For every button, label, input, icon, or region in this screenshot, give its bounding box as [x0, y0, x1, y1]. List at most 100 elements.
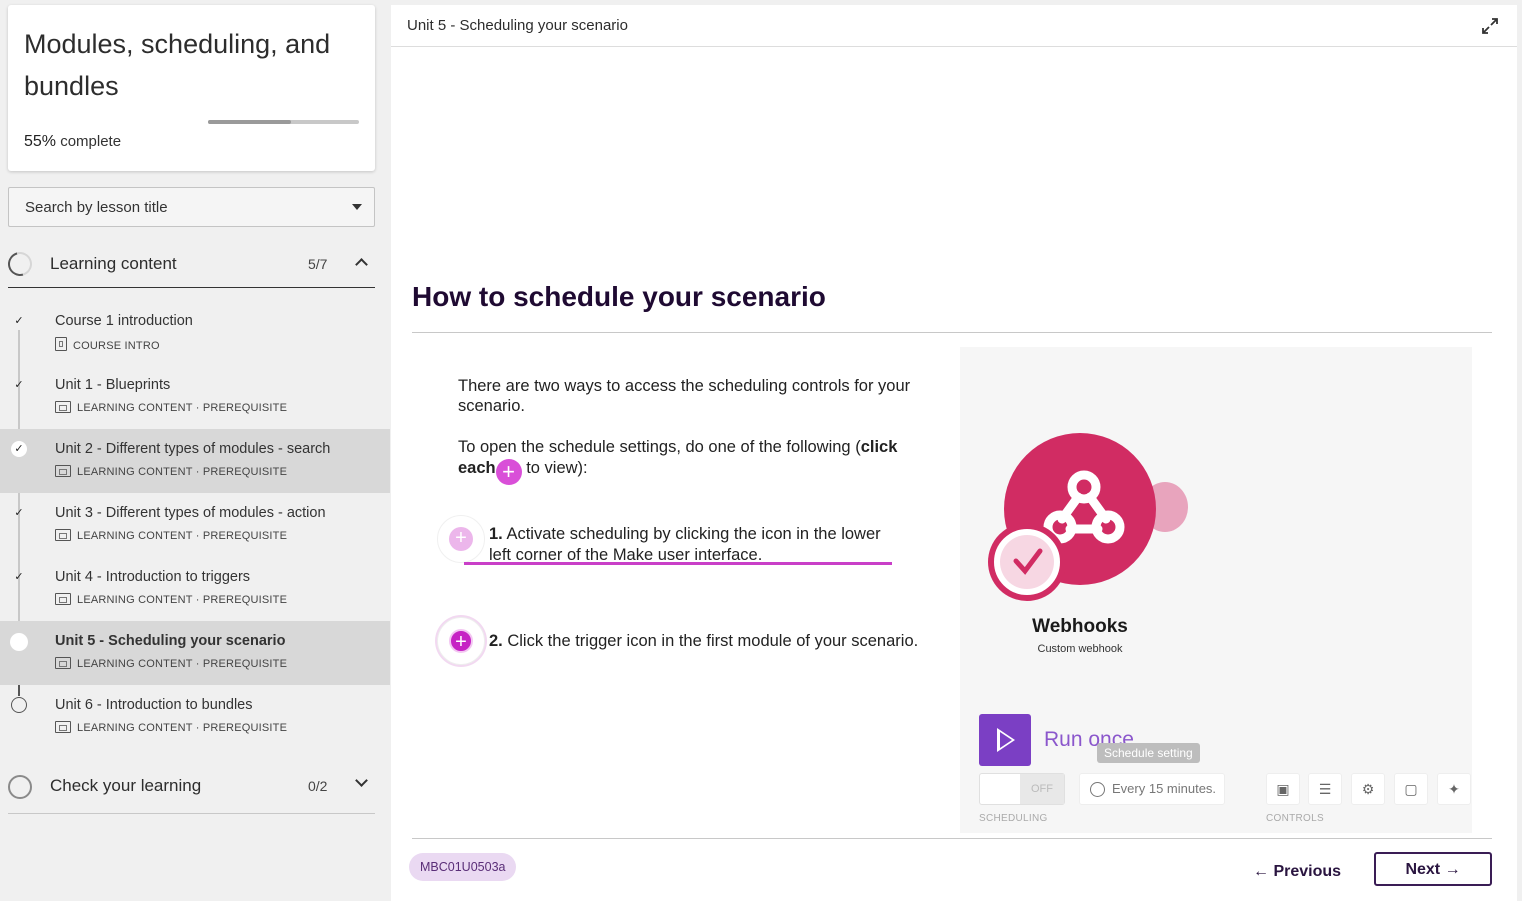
lesson-meta-text: LEARNING CONTENT · PREREQUISITE — [77, 594, 288, 606]
scheduling-label: SCHEDULING — [979, 813, 1048, 824]
save-icon[interactable]: ▣ — [1266, 773, 1300, 805]
current-dot-icon — [10, 633, 28, 651]
chevron-down-icon[interactable] — [355, 774, 368, 787]
divider — [412, 332, 1492, 333]
lesson-title: Unit 4 - Introduction to triggers — [55, 569, 251, 585]
expand-icon[interactable] — [1481, 17, 1499, 35]
lesson-topbar: Unit 5 - Scheduling your scenario — [391, 5, 1517, 47]
lesson-meta: COURSE INTRO — [55, 337, 160, 352]
toggle-off-label: OFF — [1020, 774, 1064, 804]
instruction-after: to view): — [521, 459, 588, 477]
progress-ring-icon — [8, 775, 32, 799]
caret-down-icon — [352, 204, 362, 210]
progress-ring-icon — [3, 247, 37, 281]
section-title: Check your learning — [50, 776, 202, 795]
lesson-meta: LEARNING CONTENT · PREREQUISITE — [55, 593, 287, 606]
lesson-meta: LEARNING CONTENT · PREREQUISITE — [55, 465, 287, 478]
empty-circle-icon — [11, 697, 27, 713]
instruction-before: To open the schedule settings, do one of… — [458, 438, 861, 456]
slides-icon — [55, 657, 71, 669]
lesson-item[interactable]: Course 1 introduction COURSE INTRO — [0, 301, 390, 365]
slides-icon — [55, 401, 71, 413]
hotspot-2[interactable]: + — [437, 617, 485, 665]
lesson-code-badge: MBC01U0503a — [409, 853, 517, 881]
scheduling-toggle[interactable]: OFF — [979, 773, 1065, 805]
progress-bar-fill — [208, 120, 292, 124]
schedule-interval[interactable]: Every 15 minutes. — [1079, 773, 1225, 805]
gear-icon[interactable]: ⚙ — [1351, 773, 1385, 805]
lesson-title: Unit 2 - Different types of modules - se… — [55, 441, 331, 457]
course-title: Modules, scheduling, and bundles — [24, 29, 331, 101]
progress-suffix: complete — [56, 133, 122, 150]
lesson-heading: How to schedule your scenario — [412, 281, 826, 312]
section-count: 0/2 — [308, 778, 328, 794]
progress-text: 55% complete — [24, 133, 121, 151]
item-number: 1. — [489, 525, 503, 543]
check-icon — [11, 441, 27, 457]
lesson-item[interactable]: Unit 4 - Introduction to triggers LEARNI… — [0, 557, 390, 621]
section-title: Learning content — [50, 254, 177, 273]
lesson-item-current[interactable]: Unit 5 - Scheduling your scenario LEARNI… — [0, 621, 390, 685]
item-text: Click the trigger icon in the first modu… — [502, 632, 919, 650]
lesson-title: Unit 6 - Introduction to bundles — [55, 697, 253, 713]
intro-text: There are two ways to access the schedul… — [458, 377, 911, 415]
section-count: 5/7 — [308, 256, 328, 272]
lesson-topbar-title: Unit 5 - Scheduling your scenario — [407, 17, 628, 34]
document-icon — [55, 337, 67, 351]
check-icon — [11, 569, 27, 585]
make-ui-screenshot: Webhooks Custom webhook Run once Schedul… — [960, 347, 1472, 833]
hotspot-1[interactable]: + — [437, 515, 485, 563]
course-card: Modules, scheduling, and bundles 55% com… — [8, 5, 375, 171]
magic-wand-icon[interactable]: ✦ — [1437, 773, 1471, 805]
check-icon — [11, 313, 27, 329]
layout-icon[interactable]: ☰ — [1308, 773, 1342, 805]
hotspot-1-text: 1. Activate scheduling by clicking the i… — [489, 524, 889, 566]
run-once-button[interactable] — [979, 714, 1031, 766]
lesson-content: Unit 5 - Scheduling your scenario How to… — [391, 5, 1517, 901]
lesson-search-select[interactable]: Search by lesson title — [8, 187, 375, 227]
lesson-meta-text: LEARNING CONTENT · PREREQUISITE — [77, 722, 288, 734]
controls-label: CONTROLS — [1266, 813, 1324, 824]
lesson-item[interactable]: Unit 1 - Blueprints LEARNING CONTENT · P… — [0, 365, 390, 429]
lesson-meta: LEARNING CONTENT · PREREQUISITE — [55, 721, 287, 734]
lesson-meta-text: LEARNING CONTENT · PREREQUISITE — [77, 466, 288, 478]
item-text: Activate scheduling by clicking the icon… — [489, 525, 881, 564]
instruction-text: To open the schedule settings, do one of… — [458, 437, 928, 485]
lesson-item[interactable]: Unit 6 - Introduction to bundles LEARNIN… — [0, 685, 390, 749]
lesson-title: Unit 1 - Blueprints — [55, 377, 171, 393]
schedule-tooltip: Schedule setting — [1097, 743, 1200, 763]
module-subtitle: Custom webhook — [1037, 643, 1123, 655]
chevron-up-icon[interactable] — [355, 258, 368, 271]
lesson-meta-text: LEARNING CONTENT · PREREQUISITE — [77, 658, 288, 670]
lesson-item[interactable]: Unit 3 - Different types of modules - ac… — [0, 493, 390, 557]
check-icon — [11, 377, 27, 393]
slides-icon — [55, 529, 71, 541]
section-learning-content[interactable]: Learning content 5/7 — [3, 242, 375, 288]
module-title: Webhooks — [1032, 616, 1128, 637]
plus-icon: + — [449, 629, 473, 653]
lesson-item[interactable]: Unit 2 - Different types of modules - se… — [0, 429, 390, 493]
clock-schedule-icon[interactable] — [988, 523, 1066, 601]
lesson-meta-text: COURSE INTRO — [73, 340, 160, 352]
lesson-title: Course 1 introduction — [55, 313, 193, 329]
check-icon — [11, 505, 27, 521]
lesson-meta-text: LEARNING CONTENT · PREREQUISITE — [77, 402, 288, 414]
hotspot-2-text: 2. Click the trigger icon in the first m… — [489, 631, 969, 652]
previous-button[interactable]: ← Previous — [1253, 857, 1341, 887]
progress-bar — [208, 120, 359, 124]
lesson-meta: LEARNING CONTENT · PREREQUISITE — [55, 401, 287, 414]
slides-icon — [55, 593, 71, 605]
lesson-meta-text: LEARNING CONTENT · PREREQUISITE — [77, 530, 288, 542]
lesson-meta: LEARNING CONTENT · PREREQUISITE — [55, 657, 287, 670]
divider — [412, 838, 1492, 839]
slides-icon — [55, 465, 71, 477]
lesson-title: Unit 3 - Different types of modules - ac… — [55, 505, 326, 521]
schedule-interval-text: Every 15 minutes. — [1112, 781, 1217, 796]
item-number: 2. — [489, 632, 503, 650]
section-check-your-learning[interactable]: Check your learning 0/2 — [8, 764, 375, 814]
active-underline — [464, 562, 892, 565]
next-button[interactable]: Next → — [1374, 852, 1492, 886]
sidebar: Modules, scheduling, and bundles 55% com… — [0, 0, 390, 901]
clock-icon — [1090, 782, 1105, 797]
note-icon[interactable]: ▢ — [1394, 773, 1428, 805]
